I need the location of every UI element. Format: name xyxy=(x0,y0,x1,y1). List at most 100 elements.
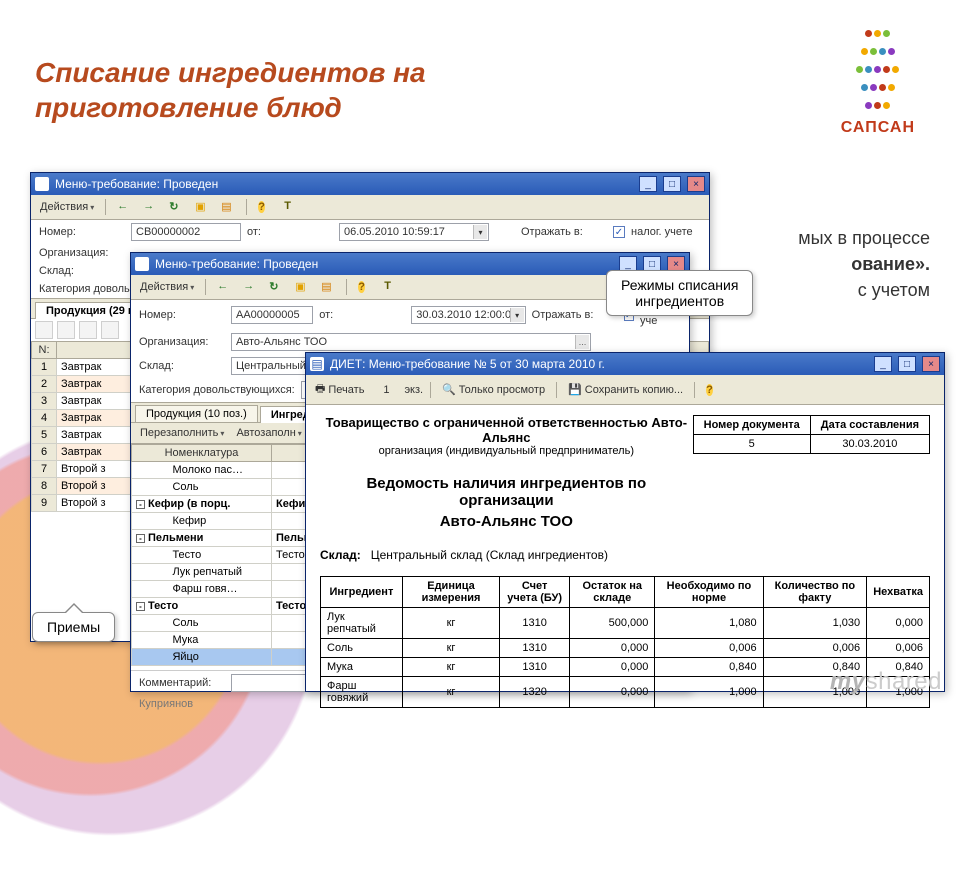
book-button[interactable] xyxy=(217,198,239,216)
text-button[interactable] xyxy=(380,278,402,296)
comment-label: Комментарий: xyxy=(139,677,225,689)
close-button[interactable]: × xyxy=(687,176,705,192)
maximize-button[interactable]: □ xyxy=(898,356,916,372)
window-icon: ▣ xyxy=(35,177,49,191)
org-input[interactable]: Авто-Альянс ТОО… xyxy=(231,333,591,351)
doc-button[interactable] xyxy=(291,278,313,296)
question-icon xyxy=(358,280,372,294)
table-row: Солькг13100,0000,0060,0060,006 xyxy=(321,639,930,658)
date-input[interactable]: 06.05.2010 10:59:17▾ xyxy=(339,223,489,241)
preview-toolbar: 🖶 Печать 1 экз. 🔍 Только просмотр 💾 Сохр… xyxy=(306,375,944,405)
toolbar: Действия xyxy=(31,195,709,220)
refill-dropdown[interactable]: Перезаполнить xyxy=(136,426,228,440)
nav-forward-button[interactable] xyxy=(139,198,161,216)
text-icon xyxy=(284,200,298,214)
help-button[interactable] xyxy=(354,278,376,296)
refresh-button[interactable] xyxy=(165,198,187,216)
logo: САПСАН xyxy=(841,25,915,137)
number-label: Номер: xyxy=(39,226,125,238)
book-icon xyxy=(321,280,335,294)
sklad-label: Склад: xyxy=(39,265,125,277)
table-row: Лук репчатыйкг1310500,0001,0801,0300,000 xyxy=(321,608,930,639)
doc-sklad-label: Склад: xyxy=(320,548,361,562)
number-label: Номер: xyxy=(139,309,225,321)
date-input[interactable]: 30.03.2010 12:00:00▾ xyxy=(411,306,525,324)
window-title: ДИЕТ: Меню-требование № 5 от 30 марта 20… xyxy=(330,357,605,371)
copies-suffix: экз. xyxy=(404,384,423,396)
doc-heading-2: Авто-Альянс ТОО xyxy=(320,513,693,530)
doc-button[interactable] xyxy=(191,198,213,216)
sklad-label: Склад: xyxy=(139,360,225,372)
callout-modes: Режимы списанияингредиентов xyxy=(606,270,753,316)
background-text: мых в процессе ование». с учетом xyxy=(798,225,930,303)
grid-btn-2[interactable] xyxy=(57,321,75,339)
text-button[interactable] xyxy=(280,198,302,216)
doc-heading-1: Ведомость наличия ингредиентов по органи… xyxy=(320,475,693,509)
doc-org-sub: организация (индивидуальный предпринимат… xyxy=(320,445,693,457)
document-icon xyxy=(295,280,309,294)
col-nomenclature[interactable]: Номенклатура xyxy=(132,445,272,462)
arrow-left-icon xyxy=(117,200,131,214)
nav-forward-button[interactable] xyxy=(239,278,261,296)
minimize-button[interactable]: _ xyxy=(874,356,892,372)
window-title: Меню-требование: Проведен xyxy=(155,257,318,271)
tax-label: налог. учете xyxy=(631,226,693,238)
document-icon xyxy=(195,200,209,214)
window-title: Меню-требование: Проведен xyxy=(55,177,218,191)
actions-dropdown[interactable]: Действия xyxy=(36,200,98,214)
save-copy-button[interactable]: 💾 Сохранить копию... xyxy=(564,381,687,398)
book-icon xyxy=(221,200,235,214)
maximize-button[interactable]: □ xyxy=(663,176,681,192)
doc-sklad-value: Центральный склад (Склад ингредиентов) xyxy=(371,548,608,562)
callout-priemy: Приемы xyxy=(32,612,115,642)
refresh-icon xyxy=(169,200,183,214)
org-label: Организация: xyxy=(139,336,225,348)
help-button[interactable] xyxy=(702,381,724,399)
titlebar[interactable]: ▣ Меню-требование: Проведен _ □ × xyxy=(31,173,709,195)
org-label: Организация: xyxy=(39,247,125,259)
close-button[interactable]: × xyxy=(922,356,940,372)
question-icon xyxy=(706,383,720,397)
col-n[interactable]: N: xyxy=(32,342,57,359)
date-label: от: xyxy=(247,226,333,238)
number-input[interactable]: АА00000005 xyxy=(231,306,313,324)
grid-btn-3[interactable] xyxy=(79,321,97,339)
text-icon xyxy=(384,280,398,294)
tax-checkbox[interactable]: ✓ xyxy=(613,226,625,238)
slide-title: Списание ингредиентов на приготовление б… xyxy=(35,55,426,125)
help-button[interactable] xyxy=(254,198,276,216)
refresh-icon xyxy=(269,280,283,294)
grid-btn-4[interactable] xyxy=(101,321,119,339)
actions-dropdown[interactable]: Действия xyxy=(136,280,198,294)
tab-products[interactable]: Продукция (10 поз.) xyxy=(135,405,258,422)
date-label: от: xyxy=(319,309,405,321)
print-button[interactable]: 🖶 Печать xyxy=(311,378,368,401)
minimize-button[interactable]: _ xyxy=(639,176,657,192)
window-print-preview: ▤ ДИЕТ: Меню-требование № 5 от 30 марта … xyxy=(305,352,945,692)
nav-back-button[interactable] xyxy=(213,278,235,296)
grid-btn-1[interactable] xyxy=(35,321,53,339)
nav-back-button[interactable] xyxy=(113,198,135,216)
titlebar[interactable]: ▤ ДИЕТ: Меню-требование № 5 от 30 марта … xyxy=(306,353,944,375)
copies-input[interactable]: 1 xyxy=(372,384,400,396)
arrow-left-icon xyxy=(217,280,231,294)
watermark: myshared xyxy=(830,668,942,696)
question-icon xyxy=(258,200,272,214)
arrow-right-icon xyxy=(243,280,257,294)
window-icon: ▤ xyxy=(310,357,324,371)
window-icon: ▣ xyxy=(135,257,149,271)
category-label: Категория довольствующихся: xyxy=(139,384,295,396)
doc-org-full: Товарищество с ограниченной ответственно… xyxy=(320,415,693,445)
footer-user: Куприянов xyxy=(139,698,193,710)
reflect-label: Отражать в: xyxy=(521,226,607,238)
arrow-right-icon xyxy=(143,200,157,214)
titlebar[interactable]: ▣ Меню-требование: Проведен _ □ × xyxy=(131,253,689,275)
number-input[interactable]: СВ00000002 xyxy=(131,223,241,241)
reflect-label: Отражать в: xyxy=(532,309,618,321)
refresh-button[interactable] xyxy=(265,278,287,296)
book-button[interactable] xyxy=(317,278,339,296)
doc-meta-table: Номер документаДата составления 530.03.2… xyxy=(693,415,930,454)
tab-products[interactable]: Продукция (29 п xyxy=(35,302,146,319)
autofill-dropdown[interactable]: Автозаполн xyxy=(232,426,305,440)
view-only-button[interactable]: 🔍 Только просмотр xyxy=(438,381,549,398)
